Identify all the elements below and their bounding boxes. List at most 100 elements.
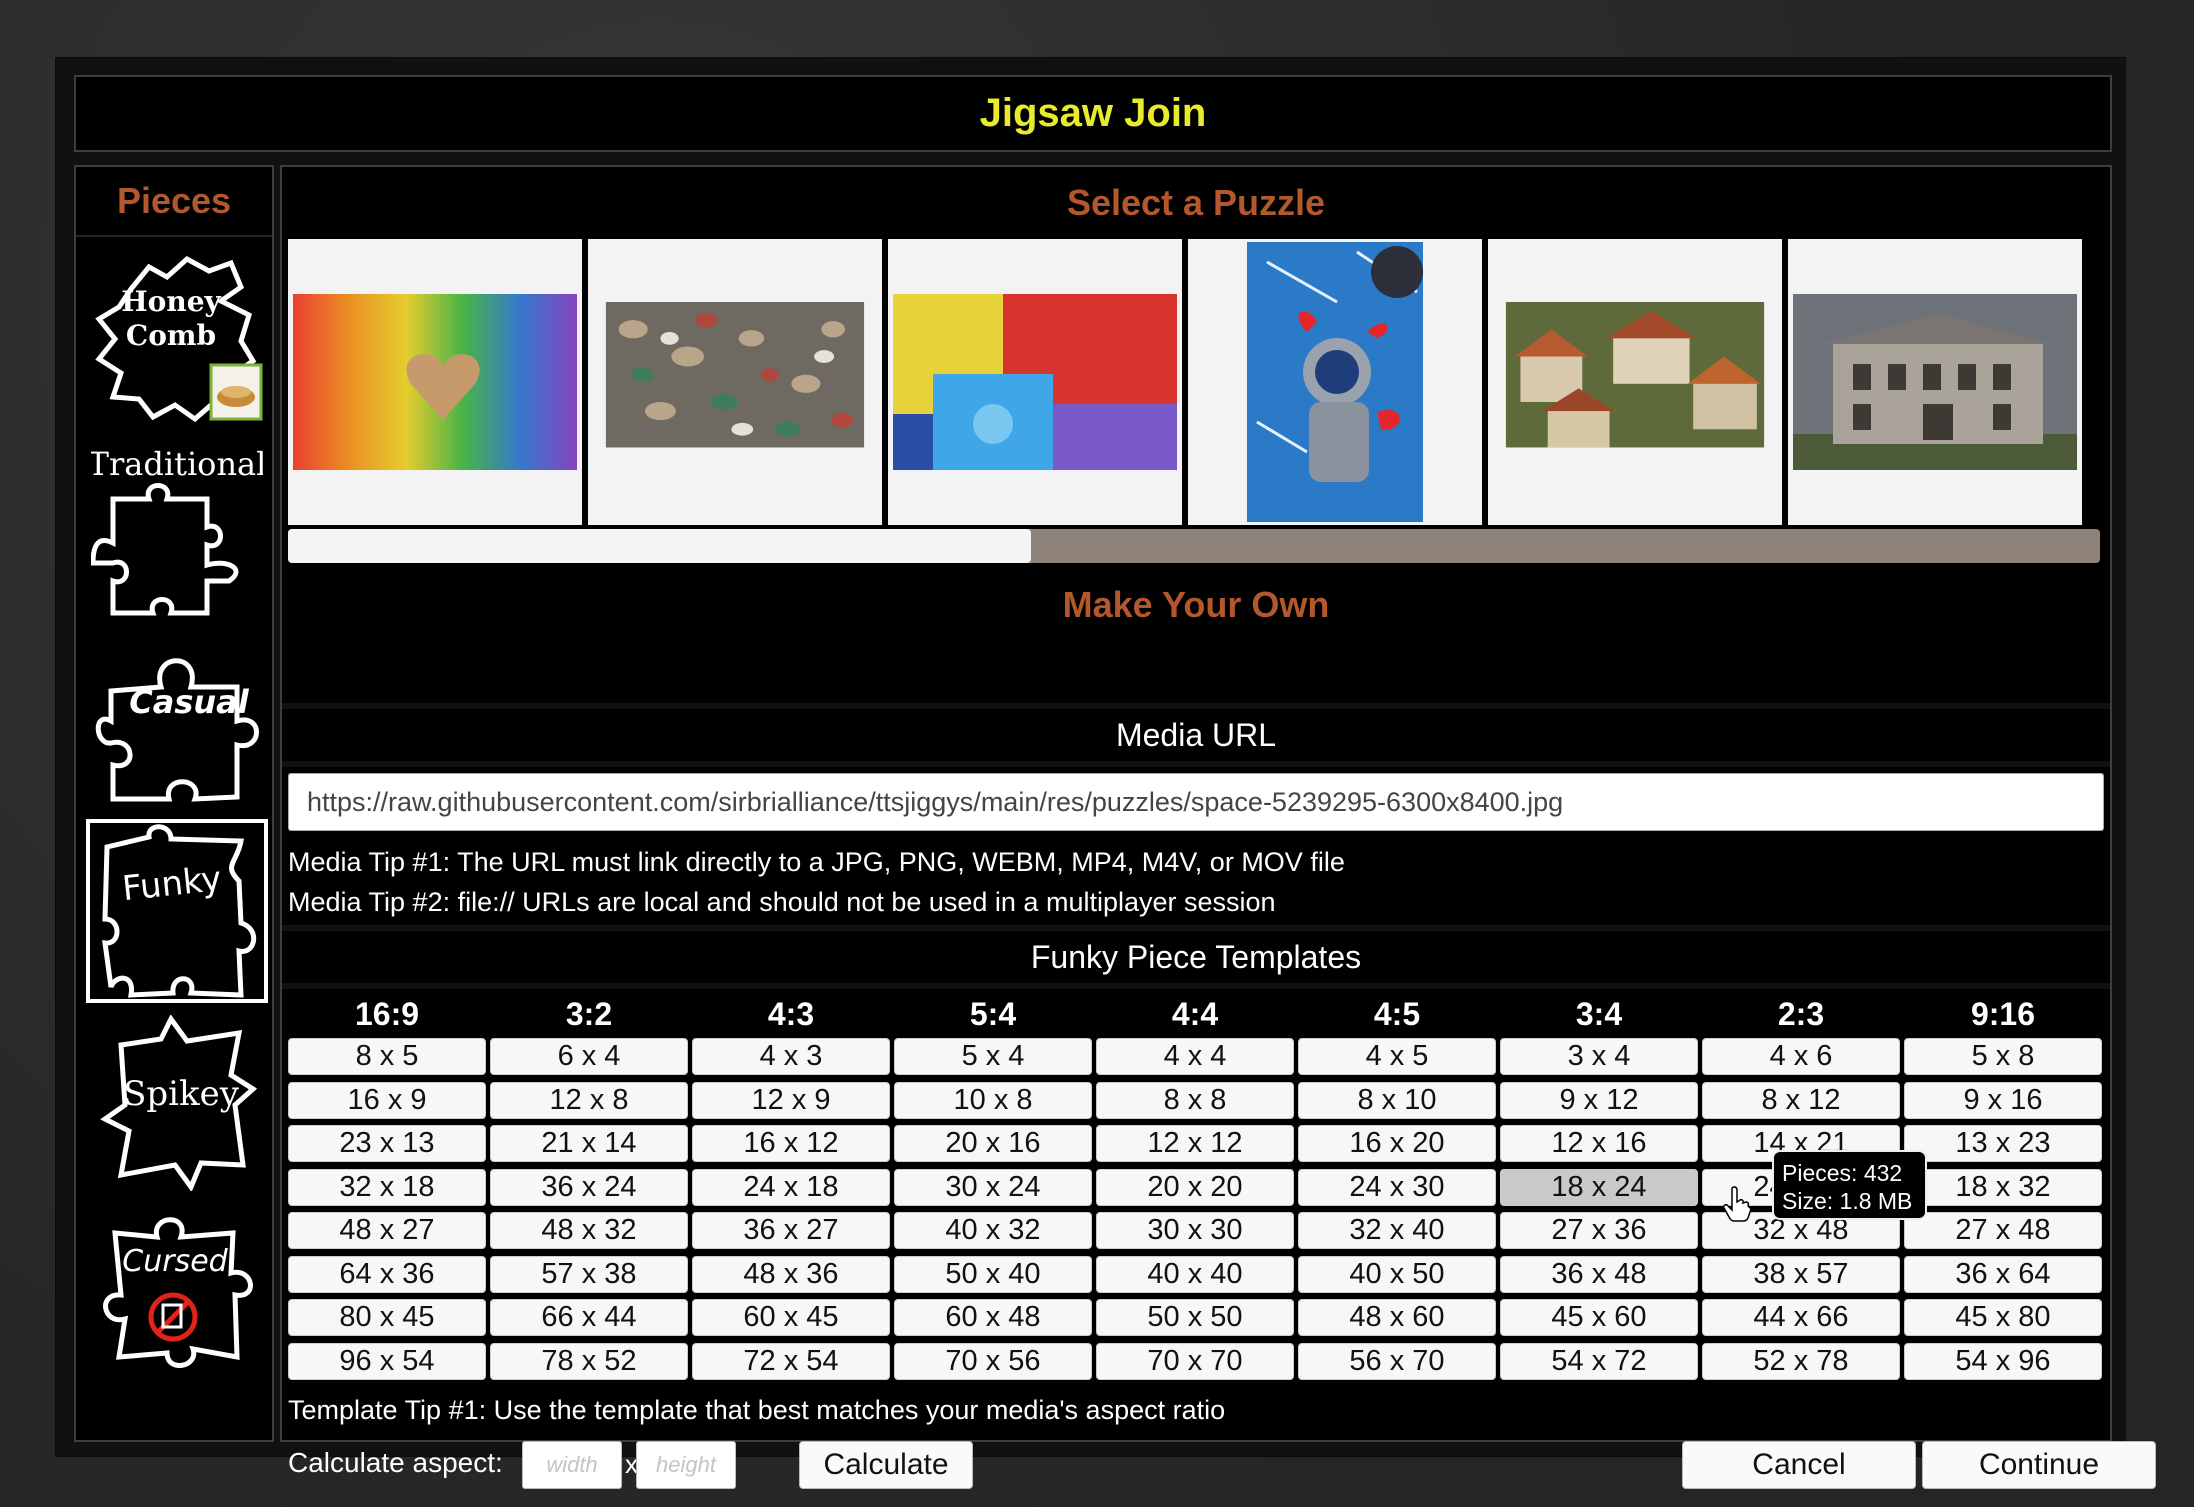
- aspect-width-input[interactable]: [522, 1441, 622, 1489]
- aspect-height-input[interactable]: [636, 1441, 736, 1489]
- template-size-button[interactable]: 16 x 9: [288, 1081, 486, 1119]
- template-size-button[interactable]: 50 x 40: [894, 1255, 1092, 1293]
- puzzle-image-mansion: [1793, 294, 2077, 470]
- template-size-button[interactable]: 48 x 60: [1298, 1299, 1496, 1337]
- template-size-button[interactable]: 36 x 64: [1904, 1255, 2102, 1293]
- template-size-button[interactable]: 24 x 18: [692, 1168, 890, 1206]
- template-size-button[interactable]: 8 x 10: [1298, 1081, 1496, 1119]
- honeycomb-piece-icon: Honey Comb: [95, 255, 263, 423]
- template-size-button[interactable]: 8 x 12: [1702, 1081, 1900, 1119]
- template-size-button[interactable]: 32 x 40: [1298, 1212, 1496, 1250]
- template-size-button[interactable]: 50 x 50: [1096, 1299, 1294, 1337]
- template-size-button[interactable]: 54 x 72: [1500, 1342, 1698, 1380]
- template-size-button[interactable]: 16 x 20: [1298, 1125, 1496, 1163]
- template-size-button[interactable]: 8 x 8: [1096, 1081, 1294, 1119]
- template-size-button[interactable]: 66 x 44: [490, 1299, 688, 1337]
- template-size-button[interactable]: 48 x 32: [490, 1212, 688, 1250]
- template-row: 80 x 45 66 x 44 60 x 45 60 x 48 50 x 50 48 x …: [288, 1296, 2106, 1340]
- template-size-button[interactable]: 23 x 13: [288, 1125, 486, 1163]
- template-size-button[interactable]: 52 x 78: [1702, 1342, 1900, 1380]
- template-size-button[interactable]: 12 x 8: [490, 1081, 688, 1119]
- template-size-button[interactable]: 20 x 16: [894, 1125, 1092, 1163]
- template-size-button[interactable]: 60 x 48: [894, 1299, 1092, 1337]
- template-size-button[interactable]: 16 x 12: [692, 1125, 890, 1163]
- template-size-button[interactable]: 48 x 27: [288, 1212, 486, 1250]
- piece-option-traditional[interactable]: Traditional: [86, 437, 268, 621]
- template-size-button[interactable]: 30 x 30: [1096, 1212, 1294, 1250]
- template-size-button[interactable]: 4 x 6: [1702, 1038, 1900, 1076]
- template-size-button[interactable]: 78 x 52: [490, 1342, 688, 1380]
- template-size-button[interactable]: 57 x 38: [490, 1255, 688, 1293]
- template-size-button[interactable]: 70 x 56: [894, 1342, 1092, 1380]
- template-size-button[interactable]: 30 x 24: [894, 1168, 1092, 1206]
- template-size-button[interactable]: 70 x 70: [1096, 1342, 1294, 1380]
- template-size-button[interactable]: 27 x 36: [1500, 1212, 1698, 1250]
- template-size-button[interactable]: 45 x 60: [1500, 1299, 1698, 1337]
- continue-button[interactable]: Continue: [1922, 1441, 2156, 1489]
- template-size-button[interactable]: 5 x 8: [1904, 1038, 2102, 1076]
- template-size-button[interactable]: 40 x 40: [1096, 1255, 1294, 1293]
- ratio-header: 4:4: [1171, 995, 1219, 1032]
- template-size-button[interactable]: 10 x 8: [894, 1081, 1092, 1119]
- gallery-scrollbar[interactable]: [288, 529, 2100, 563]
- puzzle-thumbnail[interactable]: [588, 239, 882, 525]
- template-size-button[interactable]: 9 x 12: [1500, 1081, 1698, 1119]
- gallery-scrollbar-thumb[interactable]: [288, 529, 1031, 563]
- calculate-button[interactable]: Calculate: [799, 1441, 973, 1489]
- template-size-button[interactable]: 38 x 57: [1702, 1255, 1900, 1293]
- template-size-button[interactable]: 5 x 4: [894, 1038, 1092, 1076]
- template-size-button[interactable]: 60 x 45: [692, 1299, 890, 1337]
- puzzle-thumbnail[interactable]: [1788, 239, 2082, 525]
- template-size-button[interactable]: 40 x 32: [894, 1212, 1092, 1250]
- piece-option-honeycomb[interactable]: Honey Comb: [86, 245, 268, 429]
- template-size-button[interactable]: 45 x 80: [1904, 1299, 2102, 1337]
- template-size-button[interactable]: 40 x 50: [1298, 1255, 1496, 1293]
- template-size-button[interactable]: 4 x 3: [692, 1038, 890, 1076]
- template-size-button[interactable]: 3 x 4: [1500, 1038, 1698, 1076]
- piece-option-spikey[interactable]: Spikey: [86, 1011, 268, 1195]
- piece-option-casual[interactable]: Casual: [86, 629, 268, 813]
- template-size-button[interactable]: 18 x 24: [1500, 1168, 1698, 1206]
- template-size-button[interactable]: 36 x 27: [692, 1212, 890, 1250]
- template-size-button[interactable]: 12 x 16: [1500, 1125, 1698, 1163]
- piece-option-cursed[interactable]: Cursed: [86, 1203, 268, 1387]
- template-size-button[interactable]: 8 x 5: [288, 1038, 486, 1076]
- template-size-button[interactable]: 96 x 54: [288, 1342, 486, 1380]
- template-size-button[interactable]: 13 x 23: [1904, 1125, 2102, 1163]
- template-row: 8 x 56 x 44 x 35 x 44 x 44 x 53 x 44 x 6…: [288, 1035, 2106, 1079]
- template-size-button[interactable]: 27 x 48: [1904, 1212, 2102, 1250]
- template-size-button[interactable]: 56 x 70: [1298, 1342, 1496, 1380]
- ratio-header: 5:4: [969, 995, 1017, 1032]
- cancel-button[interactable]: Cancel: [1682, 1441, 1916, 1489]
- template-size-button[interactable]: 6 x 4: [490, 1038, 688, 1076]
- template-size-button[interactable]: 64 x 36: [288, 1255, 486, 1293]
- template-size-button[interactable]: 20 x 20: [1096, 1168, 1294, 1206]
- template-size-button[interactable]: 4 x 5: [1298, 1038, 1496, 1076]
- template-size-button[interactable]: 44 x 66: [1702, 1299, 1900, 1337]
- template-size-button[interactable]: 18 x 32: [1904, 1168, 2102, 1206]
- funky-piece-icon: Funky: [102, 824, 257, 998]
- ratio-header: 9:16: [1970, 995, 2036, 1032]
- puzzle-thumbnail[interactable]: [1488, 239, 1782, 525]
- template-size-button[interactable]: 80 x 45: [288, 1299, 486, 1337]
- puzzle-thumbnail[interactable]: [1188, 239, 1482, 525]
- svg-text:Cursed: Cursed: [122, 1244, 228, 1279]
- template-size-button[interactable]: 4 x 4: [1096, 1038, 1294, 1076]
- template-size-button[interactable]: 21 x 14: [490, 1125, 688, 1163]
- svg-text:Casual: Casual: [129, 683, 250, 721]
- puzzle-thumbnail[interactable]: [288, 239, 582, 525]
- template-size-button[interactable]: 12 x 12: [1096, 1125, 1294, 1163]
- template-size-button[interactable]: 24 x 30: [1298, 1168, 1496, 1206]
- template-size-button[interactable]: 36 x 24: [490, 1168, 688, 1206]
- template-size-button[interactable]: 72 x 54: [692, 1342, 890, 1380]
- puzzle-thumbnail[interactable]: [888, 239, 1182, 525]
- template-size-button[interactable]: 48 x 36: [692, 1255, 890, 1293]
- template-size-button[interactable]: 12 x 9: [692, 1081, 890, 1119]
- template-size-button[interactable]: 36 x 48: [1500, 1255, 1698, 1293]
- piece-option-funky[interactable]: Funky: [86, 819, 268, 1003]
- template-size-button[interactable]: 54 x 96: [1904, 1342, 2102, 1380]
- template-size-button[interactable]: 32 x 18: [288, 1168, 486, 1206]
- template-size-button[interactable]: 9 x 16: [1904, 1081, 2102, 1119]
- media-url-input[interactable]: [288, 773, 2104, 831]
- template-tooltip: Pieces: 432 Size: 1.8 MB: [1772, 1150, 1927, 1220]
